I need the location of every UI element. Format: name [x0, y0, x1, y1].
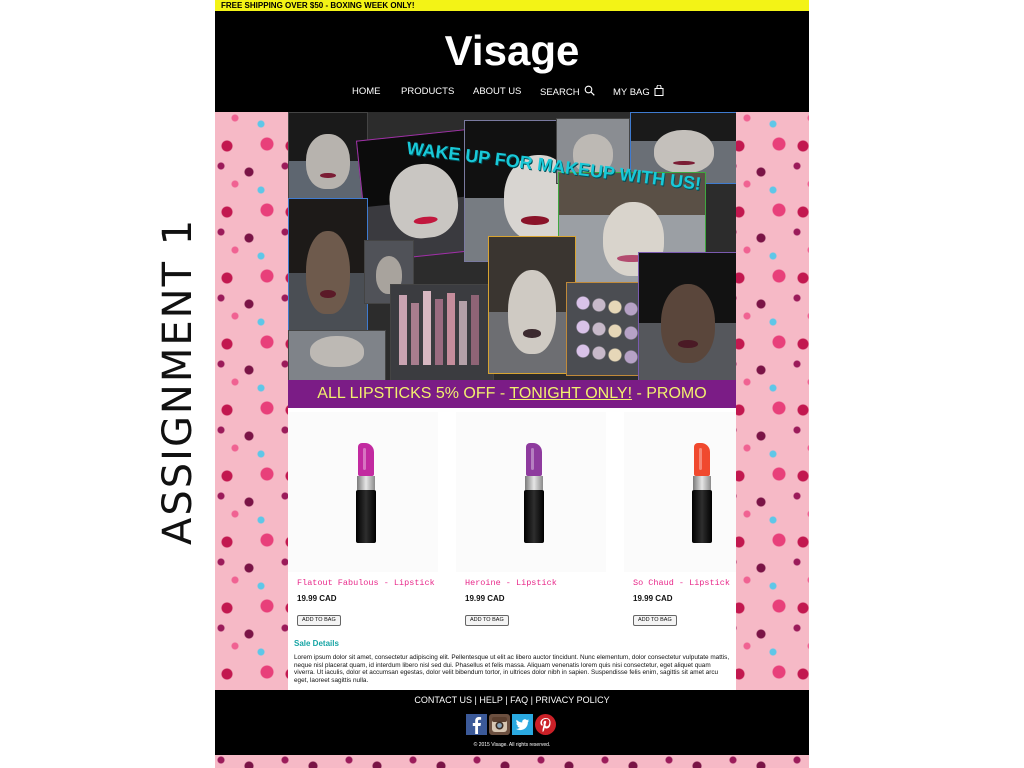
nav-home[interactable]: HOME — [352, 85, 381, 99]
lipstick-image — [355, 443, 377, 543]
main-nav: HOME PRODUCTS ABOUT US SEARCH MY BAG — [215, 84, 809, 101]
footer-link-faq[interactable]: FAQ — [510, 695, 528, 705]
product-card[interactable]: Heroine - Lipstick 19.99 CAD ADD TO BAG — [456, 408, 606, 633]
banner-text-end: - PROMO — [632, 385, 707, 402]
model-photo — [288, 112, 368, 202]
product-image[interactable] — [288, 412, 438, 572]
header: Visage HOME PRODUCTS ABOUT US SEARCH MY … — [215, 11, 809, 112]
product-image[interactable] — [624, 412, 736, 572]
copyright: © 2015 Visage. All rights reserved. — [473, 742, 551, 748]
nav-bag-label: MY BAG — [613, 87, 650, 98]
product-image[interactable] — [456, 412, 606, 572]
nav-home-label: HOME — [352, 86, 381, 97]
lipstick-image — [691, 443, 713, 543]
product-card[interactable]: So Chaud - Lipstick 19.99 CAD ADD TO BAG — [624, 408, 736, 633]
promo-banner[interactable]: ALL LIPSTICKS 5% OFF - TONIGHT ONLY! - P… — [288, 380, 736, 408]
nav-search-label: SEARCH — [540, 87, 580, 98]
add-to-bag-button[interactable]: ADD TO BAG — [633, 615, 677, 626]
banner-highlight: TONIGHT ONLY! — [509, 385, 633, 402]
nav-search[interactable]: SEARCH — [540, 85, 595, 100]
side-label: ASSIGNMENT 1 — [155, 217, 201, 545]
nav-about-us[interactable]: ABOUT US — [473, 85, 521, 99]
nav-products-label: PRODUCTS — [401, 86, 455, 97]
model-photo — [488, 236, 576, 374]
footer-link-help[interactable]: HELP — [479, 695, 502, 705]
nav-products[interactable]: PRODUCTS — [401, 85, 454, 99]
model-photo — [288, 198, 368, 334]
sale-details: Sale Details Lorem ipsum dolor sit amet,… — [294, 639, 730, 684]
add-to-bag-button[interactable]: ADD TO BAG — [297, 615, 341, 626]
logo[interactable]: Visage — [215, 28, 809, 74]
hero-collage: WAKE UP FOR MAKEUP WITH US! — [288, 112, 736, 380]
social-links — [466, 714, 558, 736]
pinterest-icon[interactable] — [535, 714, 556, 735]
footer-link-privacy[interactable]: PRIVACY POLICY — [535, 695, 609, 705]
shopping-bag-icon — [654, 84, 664, 96]
footer-link-contact[interactable]: CONTACT US — [414, 695, 472, 705]
product-price: 19.99 CAD — [465, 594, 505, 603]
product-grid: Flatout Fabulous - Lipstick 19.99 CAD ADD … — [288, 408, 736, 633]
page: FREE SHIPPING OVER $50 - BOXING WEEK ONL… — [215, 0, 809, 768]
model-photo — [638, 252, 736, 380]
banner-text-start: ALL LIPSTICKS 5% OFF - — [317, 385, 510, 402]
product-name[interactable]: So Chaud - Lipstick — [633, 578, 730, 588]
twitter-icon[interactable] — [512, 714, 533, 735]
lipstick-display — [390, 284, 494, 380]
lipstick-image — [523, 443, 545, 543]
product-price: 19.99 CAD — [633, 594, 673, 603]
search-icon — [584, 85, 595, 96]
promo-bar: FREE SHIPPING OVER $50 - BOXING WEEK ONL… — [215, 0, 809, 11]
nav-about-label: ABOUT US — [473, 86, 522, 97]
nav-my-bag[interactable]: MY BAG — [613, 84, 664, 100]
product-card[interactable]: Flatout Fabulous - Lipstick 19.99 CAD ADD … — [288, 408, 438, 633]
footer-links: CONTACT US | HELP | FAQ | PRIVACY POLICY — [215, 694, 809, 706]
facebook-icon[interactable] — [466, 714, 487, 735]
product-name[interactable]: Heroine - Lipstick — [465, 578, 557, 588]
sale-details-title: Sale Details — [294, 639, 339, 648]
add-to-bag-button[interactable]: ADD TO BAG — [465, 615, 509, 626]
model-photo — [288, 330, 386, 380]
footer: CONTACT US | HELP | FAQ | PRIVACY POLICY… — [215, 690, 809, 755]
product-price: 19.99 CAD — [297, 594, 337, 603]
instagram-icon[interactable] — [489, 714, 510, 735]
sale-details-body: Lorem ipsum dolor sit amet, consectetur … — [294, 654, 730, 684]
product-name[interactable]: Flatout Fabulous - Lipstick — [297, 578, 435, 588]
main-content: WAKE UP FOR MAKEUP WITH US! ALL LIPSTICK… — [288, 112, 736, 690]
